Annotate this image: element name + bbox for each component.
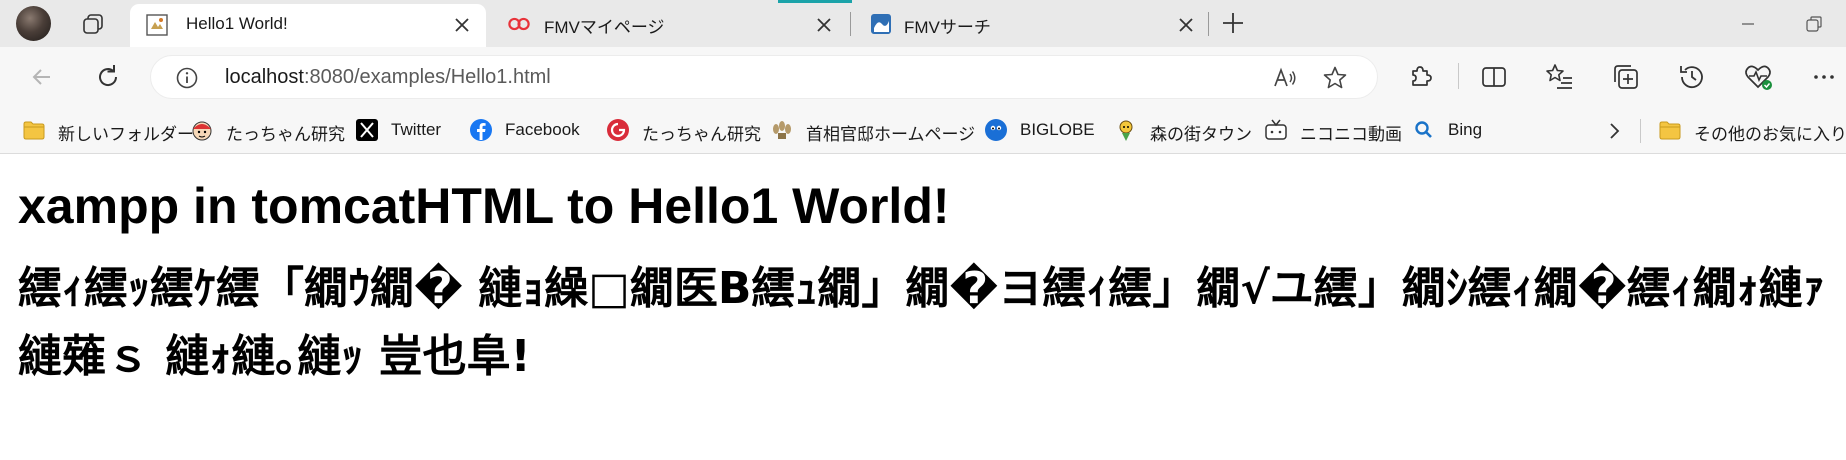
folder-icon <box>23 121 45 140</box>
tab-fmv-mypage[interactable]: FMVマイページ <box>492 0 848 47</box>
back-icon[interactable] <box>26 61 58 93</box>
character-icon <box>192 121 212 141</box>
tab-strip: Hello1 World! FMVマイページ FMVサーチ <box>0 0 1846 47</box>
split-screen-icon[interactable] <box>1478 61 1510 93</box>
favorite-star-icon[interactable] <box>1321 64 1349 92</box>
url-path: :8080/examples/Hello1.html <box>303 66 551 88</box>
browser-essentials-icon[interactable] <box>1742 61 1774 93</box>
favorite-label: たっちゃん研究 <box>226 125 345 144</box>
tab-actions-icon[interactable] <box>80 12 106 36</box>
facebook-icon <box>470 119 492 141</box>
chevron-right-icon[interactable] <box>1604 121 1624 141</box>
toolbar-divider <box>1458 63 1459 89</box>
close-tab-icon[interactable] <box>450 13 474 37</box>
favorite-label: 森の街タウン <box>1150 125 1252 144</box>
refresh-icon[interactable] <box>92 61 124 93</box>
emblem-icon <box>773 121 791 139</box>
biglobe-icon <box>985 119 1007 141</box>
favorite-label: BIGLOBE <box>1020 120 1095 139</box>
search-icon <box>1415 121 1432 138</box>
tv-icon <box>1265 119 1287 140</box>
folder-icon <box>1659 121 1681 140</box>
tab-divider <box>1208 12 1209 36</box>
favorite-label: 新しいフォルダー <box>58 125 194 144</box>
favorite-label: Twitter <box>391 120 442 139</box>
new-tab-icon[interactable] <box>1220 10 1246 36</box>
minimize-icon[interactable] <box>1736 12 1760 36</box>
tab-hello1[interactable]: Hello1 World! <box>130 4 486 47</box>
favorites-divider <box>1640 119 1641 143</box>
read-aloud-icon[interactable] <box>1271 64 1299 92</box>
fmv-favicon <box>508 17 530 31</box>
tab-title: FMVサーチ <box>904 18 991 37</box>
tab-title: Hello1 World! <box>186 14 288 33</box>
favorite-label: たっちゃん研究 <box>642 125 761 144</box>
favorite-label: 首相官邸ホームページ <box>806 125 976 144</box>
site-info-icon[interactable] <box>175 66 199 90</box>
favorite-label: Bing <box>1448 120 1483 139</box>
page-favicon <box>146 14 168 36</box>
profile-avatar[interactable] <box>16 6 51 41</box>
url-host: localhost <box>225 66 304 88</box>
x-logo-icon <box>356 119 378 141</box>
tab-fmv-search[interactable]: FMVサーチ <box>854 0 1210 47</box>
tab-divider <box>850 12 851 36</box>
mascot-icon <box>1119 120 1133 141</box>
fmv-search-favicon <box>871 14 891 34</box>
close-tab-icon[interactable] <box>812 13 836 37</box>
page-heading: xampp in tomcatHTML to Hello1 World! <box>18 178 950 234</box>
restore-icon[interactable] <box>1802 12 1826 36</box>
favorites-bar: 新しいフォルダー たっちゃん研究 Twitter Facebook たっちゃん研… <box>0 107 1846 154</box>
web-page-content: xampp in tomcatHTML to Hello1 World! 繧ｨ繧… <box>0 155 1846 460</box>
close-tab-icon[interactable] <box>1174 13 1198 37</box>
more-menu-icon[interactable] <box>1808 61 1840 93</box>
extensions-icon[interactable] <box>1404 61 1436 93</box>
favorite-label: その他のお気に入り <box>1694 125 1846 144</box>
collections-icon[interactable] <box>1610 61 1642 93</box>
garbled-heading: 繧ｨ繧ｯ繧ｹ繧「繝ｳ繝� 縺ｮ繰□繝医B繧ｭ繝」繝�ヨ繧ｨ繧」繝√ユ繧」繝ｼ繧ｨ… <box>18 263 1825 382</box>
url-text[interactable]: localhost:8080/examples/Hello1.html <box>225 66 551 89</box>
navigation-toolbar: localhost:8080/examples/Hello1.html <box>0 47 1846 107</box>
address-bar[interactable]: localhost:8080/examples/Hello1.html <box>150 55 1378 99</box>
tab-title: FMVマイページ <box>544 18 665 37</box>
red-swirl-icon <box>607 119 629 141</box>
favorites-list-icon[interactable] <box>1544 61 1576 93</box>
favorite-label: ニコニコ動画 <box>1300 125 1402 144</box>
favorite-label: Facebook <box>505 120 580 139</box>
history-icon[interactable] <box>1676 61 1708 93</box>
